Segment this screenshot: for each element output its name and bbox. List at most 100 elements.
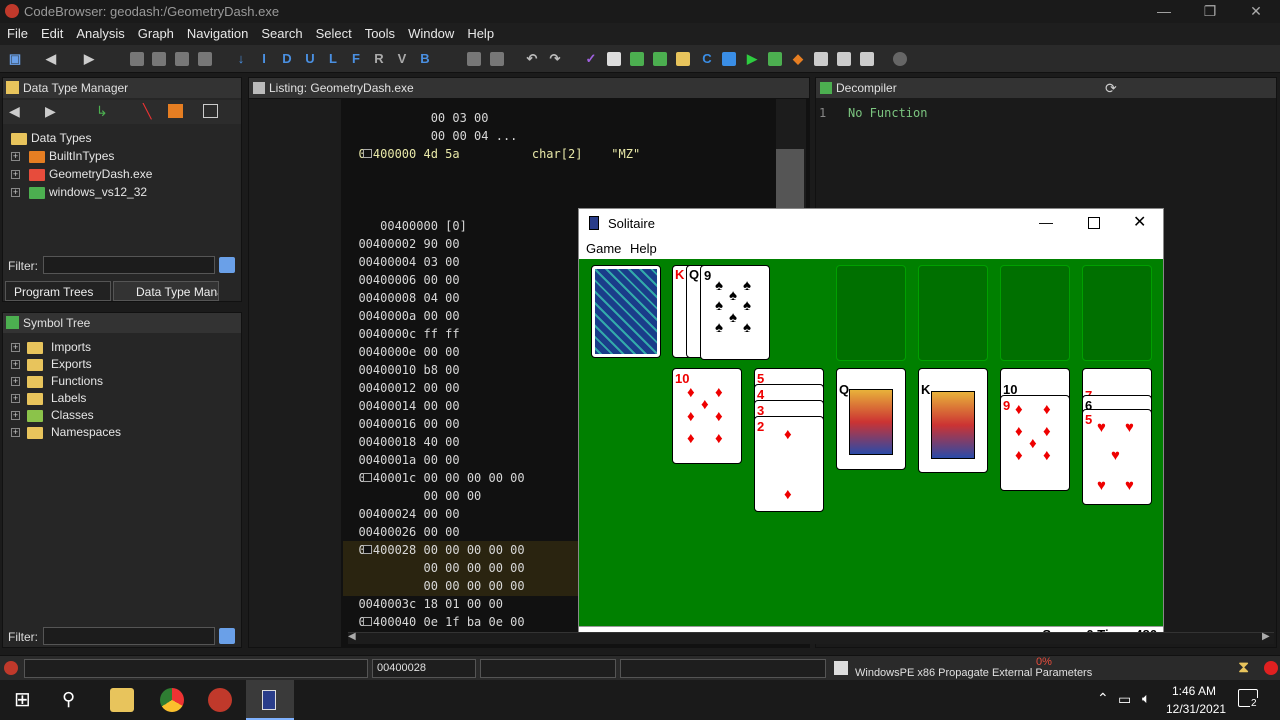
tree-item-classes[interactable]: + Classes xyxy=(9,407,94,424)
toolbar-tool-icon[interactable] xyxy=(607,52,621,66)
tree-item[interactable]: + GeometryDash.exe xyxy=(9,166,152,183)
maximize-button[interactable]: ❐ xyxy=(1187,0,1233,23)
menu-tools[interactable]: Tools xyxy=(358,23,401,41)
listing-row[interactable]: 00 00 00 00 00 xyxy=(344,561,524,575)
listing-row[interactable]: 00400010 b8 00 xyxy=(344,363,459,377)
tab-data-type-manager[interactable]: Data Type Mana xyxy=(113,281,219,301)
toolbar-tool-icon[interactable] xyxy=(130,52,144,66)
diamond-icon[interactable]: ◆ xyxy=(789,50,807,68)
clock-time[interactable]: 1:46 AM xyxy=(1172,684,1216,698)
listing-row[interactable]: 0040000c ff ff xyxy=(344,327,459,341)
tree-item-namespaces[interactable]: + Namespaces xyxy=(9,424,121,441)
check-icon[interactable]: ✓ xyxy=(582,50,600,68)
menu-search[interactable]: Search xyxy=(254,23,308,41)
toolbar-tool-icon[interactable] xyxy=(893,52,907,66)
tree-item-imports[interactable]: + Imports xyxy=(9,339,91,356)
delete-icon[interactable]: ╲ xyxy=(143,103,151,120)
tree-item[interactable]: + windows_vs12_32 xyxy=(9,184,147,201)
expand-icon[interactable]: + xyxy=(11,152,20,161)
clock-date[interactable]: 12/31/2021 xyxy=(1166,702,1226,716)
tree-root[interactable]: Data Types xyxy=(9,130,91,147)
tree-item-exports[interactable]: + Exports xyxy=(9,356,92,373)
foundation-slot[interactable] xyxy=(1082,265,1152,361)
listing-row[interactable]: 00400004 03 00 xyxy=(344,255,459,269)
toolbar-tool-icon[interactable] xyxy=(467,52,481,66)
listing-row[interactable]: 00400016 00 00 xyxy=(344,417,459,431)
minimize-button[interactable]: — xyxy=(1141,0,1187,23)
listing-row[interactable]: 00400024 00 00 xyxy=(344,507,459,521)
chevron-up-icon[interactable]: ⌃ xyxy=(1097,690,1109,707)
expand-icon[interactable]: + xyxy=(11,377,20,386)
c-icon[interactable]: C xyxy=(698,50,716,68)
menu-graph[interactable]: Graph xyxy=(131,23,180,41)
tableau-card[interactable]: 5 ♥ ♥ ♥ ♥ ♥ xyxy=(1082,409,1152,505)
close-button[interactable]: ✕ xyxy=(1133,212,1146,232)
menu-edit[interactable]: Edit xyxy=(34,23,69,41)
redo-icon[interactable]: ↷ xyxy=(546,50,564,68)
tableau-card[interactable]: 9 ♦ ♦ ♦ ♦ ♦ ♦ ♦ xyxy=(1000,395,1070,491)
down-arrow-icon[interactable]: ↓ xyxy=(232,50,250,68)
cancel-task-icon[interactable] xyxy=(1264,661,1278,675)
listing-row[interactable]: 00400002 90 00 xyxy=(344,237,459,251)
expand-icon[interactable] xyxy=(363,617,372,626)
tableau-card[interactable]: Q xyxy=(836,368,906,470)
forward-icon[interactable]: ▶ xyxy=(45,103,56,120)
tree-item[interactable]: + BuiltInTypes xyxy=(9,148,114,165)
nav-instruction-button[interactable]: I xyxy=(255,50,273,68)
listing-row[interactable]: 00400000 [0] xyxy=(344,219,467,233)
expand-icon[interactable]: + xyxy=(11,360,20,369)
ghidra-icon[interactable] xyxy=(208,688,232,712)
nav-reference-button[interactable]: R xyxy=(370,50,388,68)
network-icon[interactable]: ▭ xyxy=(1118,691,1131,708)
tab-program-trees[interactable]: Program Trees xyxy=(5,281,111,301)
collapse-icon[interactable] xyxy=(203,104,218,118)
nav-label-button[interactable]: L xyxy=(324,50,342,68)
menu-game[interactable]: Game xyxy=(586,241,621,256)
waste-top-card[interactable]: 9 ♠ ♠ ♠ ♠ ♠ ♠ ♠ ♠ xyxy=(700,265,770,360)
listing-row[interactable]: 0040003c 18 01 00 00 xyxy=(344,597,503,611)
toolbar-tool-icon[interactable] xyxy=(490,52,504,66)
toolbar-tool-icon[interactable] xyxy=(814,52,828,66)
listing-hscrollbar[interactable]: ◀ ▶ xyxy=(348,631,1274,644)
listing-row[interactable]: 00400006 00 00 xyxy=(344,273,459,287)
save-icon[interactable]: ▣ xyxy=(6,50,24,68)
listing-row[interactable]: 0040001a 00 00 xyxy=(344,453,459,467)
expand-icon[interactable] xyxy=(363,545,372,554)
back-icon[interactable]: ◀ xyxy=(42,50,60,68)
run-icon[interactable]: ▶ xyxy=(743,50,761,68)
menu-help[interactable]: Help xyxy=(460,23,500,41)
expand-icon[interactable]: + xyxy=(11,343,20,352)
stock-pile[interactable] xyxy=(591,265,661,358)
listing-row[interactable]: 00400018 40 00 xyxy=(344,435,459,449)
expand-icon[interactable] xyxy=(363,473,372,482)
minimize-button[interactable]: — xyxy=(1039,214,1053,230)
scroll-right-icon[interactable]: ▶ xyxy=(1262,631,1270,642)
filter-options-icon[interactable] xyxy=(219,628,235,644)
nav-data-button[interactable]: D xyxy=(278,50,296,68)
expand-icon[interactable]: + xyxy=(11,188,20,197)
menu-analysis[interactable]: Analysis xyxy=(69,23,130,41)
nav-value-button[interactable]: V xyxy=(393,50,411,68)
tableau-card[interactable]: 2 ♦ ♦ xyxy=(754,416,824,512)
nav-undefined-button[interactable]: U xyxy=(301,50,319,68)
foundation-slot[interactable] xyxy=(836,265,906,361)
toolbar-tool-icon[interactable] xyxy=(198,52,212,66)
filter-input[interactable] xyxy=(43,627,215,645)
tree-item-functions[interactable]: + Functions xyxy=(9,373,103,390)
filter-options-icon[interactable] xyxy=(219,257,235,273)
menu-select[interactable]: Select xyxy=(309,23,358,41)
listing-row[interactable]: 0040000e 00 00 xyxy=(344,345,459,359)
scroll-left-icon[interactable]: ◀ xyxy=(348,631,356,642)
toolbar-tool-icon[interactable] xyxy=(722,52,736,66)
listing-row[interactable]: 00 00 00 xyxy=(344,489,481,503)
volume-icon[interactable]: 🔈︎ xyxy=(1142,690,1150,707)
toolbar-tool-icon[interactable] xyxy=(837,52,851,66)
close-button[interactable]: ✕ xyxy=(1233,0,1279,23)
menu-window[interactable]: Window xyxy=(401,23,460,41)
listing-row[interactable]: 0040000a 00 00 xyxy=(344,309,459,323)
tableau-card[interactable]: K xyxy=(918,368,988,473)
expand-icon[interactable]: + xyxy=(11,394,20,403)
listing-row[interactable]: 00400026 00 00 xyxy=(344,525,459,539)
menu-file[interactable]: File xyxy=(0,23,34,41)
toolbar-tool-icon[interactable] xyxy=(653,52,667,66)
